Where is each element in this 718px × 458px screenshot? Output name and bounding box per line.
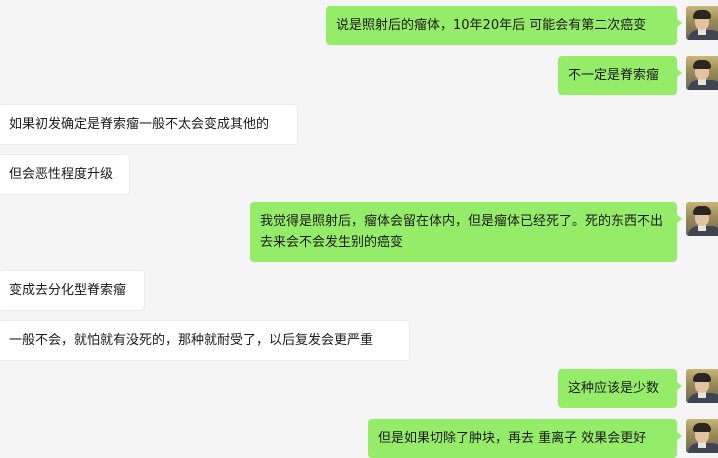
incoming-message-bubble[interactable]: 如果初发确定是脊索瘤一般不太会变成其他的: [0, 104, 298, 145]
message-text: 我觉得是照射后，瘤体会留在体内，但是瘤体已经死了。死的东西不出去来会不会发生别的…: [260, 214, 664, 250]
outgoing-message-bubble[interactable]: 不一定是脊索瘤: [558, 56, 682, 95]
outgoing-message-bubble[interactable]: 这种应该是少数: [558, 369, 682, 408]
user-avatar[interactable]: [686, 419, 718, 453]
incoming-message-bubble[interactable]: 一般不会，就怕就有没死的，那种就耐受了，以后复发会更严重: [0, 320, 410, 361]
user-avatar[interactable]: [686, 369, 718, 403]
user-avatar[interactable]: [686, 6, 718, 40]
user-avatar[interactable]: [686, 56, 718, 90]
message-text: 但会恶性程度升级: [9, 167, 114, 182]
outgoing-message-bubble[interactable]: 我觉得是照射后，瘤体会留在体内，但是瘤体已经死了。死的东西不出去来会不会发生别的…: [250, 202, 682, 262]
outgoing-message-bubble[interactable]: 说是照射后的瘤体，10年20年后 可能会有第二次癌变: [326, 6, 682, 45]
message-text: 一般不会，就怕就有没死的，那种就耐受了，以后复发会更严重: [9, 333, 374, 348]
message-text: 这种应该是少数: [568, 381, 660, 396]
outgoing-message-bubble[interactable]: 但是如果切除了肿块，再去 重离子 效果会更好: [368, 419, 682, 458]
message-text: 不一定是脊索瘤: [568, 68, 660, 83]
incoming-message-bubble[interactable]: 变成去分化型脊索瘤: [0, 270, 145, 311]
user-avatar[interactable]: [686, 202, 718, 236]
incoming-message-bubble[interactable]: 但会恶性程度升级: [0, 154, 130, 195]
message-text: 变成去分化型脊索瘤: [9, 283, 127, 298]
message-text: 如果初发确定是脊索瘤一般不太会变成其他的: [9, 117, 270, 132]
message-text: 但是如果切除了肿块，再去 重离子 效果会更好: [378, 431, 647, 446]
message-text: 说是照射后的瘤体，10年20年后 可能会有第二次癌变: [336, 18, 647, 33]
